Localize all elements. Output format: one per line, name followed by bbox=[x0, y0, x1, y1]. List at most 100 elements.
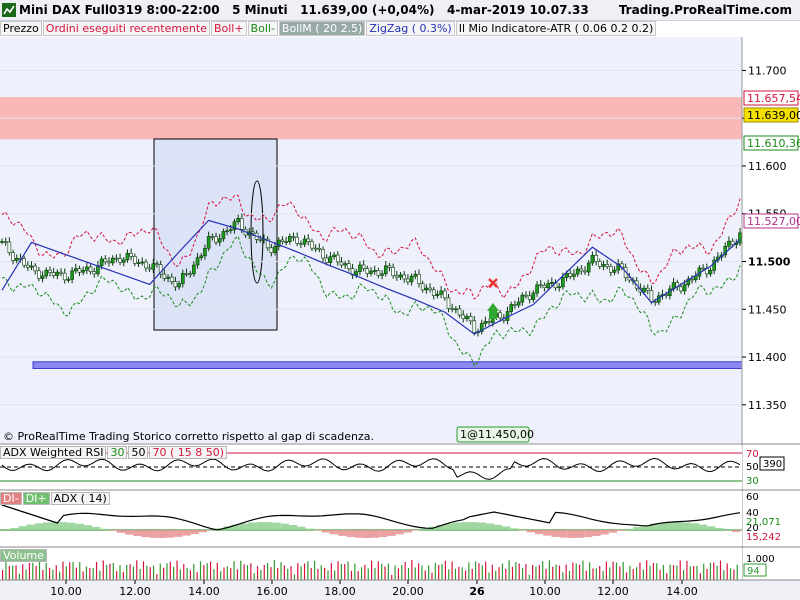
adx-legend-adx[interactable]: ADX ( 14) bbox=[50, 492, 110, 505]
adx-di-bar bbox=[625, 528, 634, 530]
candle-body bbox=[195, 257, 200, 266]
volume-bar bbox=[189, 570, 192, 580]
volume-bar bbox=[646, 560, 648, 580]
candle-body bbox=[347, 263, 351, 269]
candle-body bbox=[527, 295, 532, 300]
time-tick-label: 10.00 bbox=[529, 585, 561, 598]
volume-bar bbox=[461, 567, 463, 580]
adx-di-bar bbox=[182, 530, 191, 536]
volume-bar bbox=[562, 572, 564, 580]
adx-di-bar bbox=[584, 530, 593, 538]
volume-bar bbox=[491, 564, 493, 580]
volume-bar bbox=[324, 567, 326, 580]
volume-legend-title[interactable]: Volume bbox=[0, 549, 47, 562]
price-tick-label: 11.500 bbox=[748, 255, 791, 268]
price-tick-label: 11.700 bbox=[748, 64, 787, 77]
volume-bar bbox=[532, 565, 534, 580]
volume-bar bbox=[75, 567, 77, 580]
price-tick-label: 11.600 bbox=[748, 160, 787, 173]
adx-legend-di-plus[interactable]: DI+ bbox=[22, 492, 50, 505]
candle-body bbox=[166, 276, 170, 279]
volume-bar bbox=[448, 569, 450, 580]
rsi-legend-50[interactable]: 50 bbox=[128, 446, 149, 459]
candle-body bbox=[199, 255, 204, 258]
volume-bar bbox=[267, 562, 269, 580]
volume-bar bbox=[357, 571, 359, 580]
candle-body bbox=[192, 264, 196, 275]
volume-bar bbox=[82, 571, 84, 580]
candle-body bbox=[40, 275, 45, 279]
candle-body bbox=[561, 277, 565, 288]
candle-body bbox=[177, 283, 181, 288]
candle-body bbox=[332, 254, 336, 257]
volume-bar bbox=[246, 565, 249, 580]
volume-bar bbox=[713, 562, 715, 580]
volume-bar bbox=[250, 563, 252, 580]
candle-body bbox=[594, 254, 598, 262]
volume-bar bbox=[568, 570, 571, 580]
volume-bar bbox=[183, 564, 185, 580]
adx-di-bar bbox=[395, 530, 404, 535]
candle-body bbox=[468, 316, 473, 322]
rsi-axis-70: 70 bbox=[746, 449, 759, 460]
volume-bar bbox=[12, 565, 14, 580]
volume-bar bbox=[696, 565, 698, 580]
volume-bar bbox=[2, 570, 4, 580]
volume-bar bbox=[686, 560, 688, 580]
volume-bar bbox=[709, 562, 712, 580]
volume-bar bbox=[572, 562, 574, 580]
adx-di-bar bbox=[67, 522, 76, 530]
volume-bar bbox=[129, 564, 131, 580]
volume-bar bbox=[59, 571, 61, 580]
candle-body bbox=[498, 312, 502, 319]
rsi-legend-title[interactable]: ADX Weighted RSI bbox=[0, 446, 107, 459]
price-tick-label: 11.450 bbox=[748, 303, 787, 316]
volume-bar bbox=[582, 560, 584, 580]
adx-di-bar bbox=[567, 530, 576, 538]
adx-di-bar bbox=[108, 530, 117, 531]
volume-bar bbox=[99, 570, 101, 580]
adx-di-bar bbox=[362, 530, 371, 538]
rsi-legend-30[interactable]: 30 bbox=[107, 446, 128, 459]
adx-di-bar bbox=[272, 522, 281, 530]
volume-bar bbox=[515, 561, 517, 580]
adx-legend-di-minus[interactable]: DI- bbox=[0, 492, 22, 505]
candle-body bbox=[391, 267, 395, 277]
candle-body bbox=[690, 278, 694, 281]
candle-body bbox=[144, 261, 148, 269]
selection-box[interactable] bbox=[153, 138, 278, 331]
candle-body bbox=[214, 236, 218, 243]
candle-body bbox=[372, 270, 377, 272]
volume-bar bbox=[193, 564, 195, 580]
volume-bar bbox=[85, 566, 88, 580]
adx-di-bar bbox=[707, 526, 716, 530]
candle-body bbox=[7, 241, 12, 253]
order-label[interactable]: 1@11.450,00 bbox=[456, 426, 534, 443]
rsi-legend-70[interactable]: 70 ( 15 8 50) bbox=[149, 446, 228, 459]
volume-bar bbox=[293, 574, 296, 580]
volume-bar bbox=[55, 565, 57, 580]
candle-body bbox=[14, 258, 19, 261]
volume-bar bbox=[498, 567, 500, 580]
candle-body bbox=[369, 270, 373, 274]
volume-bar bbox=[629, 565, 631, 580]
candle-body bbox=[3, 241, 8, 243]
candle-body bbox=[70, 270, 74, 280]
candle-body bbox=[236, 218, 240, 223]
candle-body bbox=[162, 273, 167, 279]
adx-di-bar bbox=[141, 530, 150, 538]
volume-bar bbox=[277, 568, 279, 580]
candle-body bbox=[380, 273, 384, 276]
adx-di-bar bbox=[690, 523, 699, 530]
volume-bar bbox=[196, 572, 198, 580]
volume-bar bbox=[511, 566, 514, 580]
volume-bar bbox=[116, 571, 118, 580]
volume-bar bbox=[669, 564, 671, 580]
candle-body bbox=[317, 248, 322, 250]
volume-bar bbox=[424, 570, 426, 580]
candle-body bbox=[85, 266, 89, 271]
volume-bar bbox=[716, 565, 718, 580]
candle-body bbox=[121, 259, 126, 263]
volume-bar bbox=[179, 569, 181, 580]
chart-area: 11.70011.65011.60011.55011.50011.45011.4… bbox=[0, 37, 800, 600]
